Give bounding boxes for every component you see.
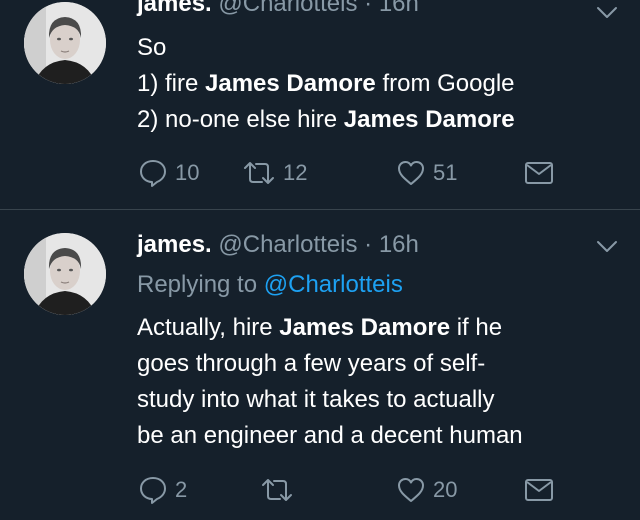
separator: · bbox=[364, 231, 373, 258]
text-run: if he bbox=[450, 314, 503, 341]
user-handle[interactable]: @Charlotteis bbox=[218, 0, 357, 17]
action-bar: 10 12 51 bbox=[137, 157, 617, 189]
reply-icon bbox=[140, 160, 166, 187]
replying-to-mention[interactable]: @Charlotteis bbox=[264, 271, 403, 298]
avatar[interactable] bbox=[24, 2, 106, 84]
text-run: 1) fire bbox=[137, 70, 206, 97]
text-run-bold: James Damore bbox=[343, 106, 515, 133]
reply-count: 2 bbox=[175, 477, 188, 502]
tweet-text: Actually, hire James Damore if he goes t… bbox=[137, 310, 523, 454]
like-icon bbox=[398, 478, 424, 502]
tweet-2[interactable]: james. @Charlotteis · 16h Replying to @C… bbox=[0, 210, 640, 520]
display-name[interactable]: james. bbox=[137, 0, 212, 17]
chevron-down-icon[interactable] bbox=[596, 240, 618, 254]
text-run: goes through a few years of self- bbox=[137, 350, 486, 377]
text-run: 2) no-one else hire bbox=[137, 106, 344, 133]
replying-to: Replying to @Charlotteis bbox=[137, 271, 403, 299]
text-run: be an engineer and a decent human bbox=[137, 422, 523, 449]
avatar[interactable] bbox=[24, 233, 106, 315]
like-button[interactable]: 20 bbox=[395, 474, 457, 506]
avatar-image bbox=[24, 233, 106, 315]
retweet-button[interactable]: 12 bbox=[241, 157, 307, 189]
timestamp[interactable]: 16h bbox=[379, 0, 419, 17]
message-button[interactable] bbox=[523, 157, 555, 189]
tweet-line: 2) no-one else hire James Damore bbox=[137, 102, 515, 138]
text-run: from Google bbox=[375, 70, 515, 97]
like-count: 51 bbox=[433, 160, 458, 185]
text-run: study into what it takes to actually bbox=[137, 386, 495, 413]
text-run-bold: James Damore bbox=[205, 70, 376, 97]
chevron-down-icon[interactable] bbox=[596, 6, 618, 20]
reply-count: 10 bbox=[175, 160, 200, 185]
message-button[interactable] bbox=[523, 474, 555, 506]
retweet-icon bbox=[244, 162, 274, 184]
replying-to-label: Replying to bbox=[137, 271, 258, 298]
tweet-line: goes through a few years of self- bbox=[137, 346, 523, 382]
message-icon bbox=[525, 479, 553, 501]
tweet-line: So bbox=[137, 30, 515, 66]
tweet-line: 1) fire James Damore from Google bbox=[137, 66, 515, 102]
text-run: So bbox=[137, 34, 167, 61]
tweet-line: be an engineer and a decent human bbox=[137, 418, 523, 454]
retweet-button[interactable] bbox=[259, 474, 301, 506]
action-bar: 2 20 bbox=[137, 474, 617, 506]
like-button[interactable]: 51 bbox=[395, 157, 457, 189]
tweet-text: So 1) fire James Damore from Google 2) n… bbox=[137, 30, 515, 138]
separator: · bbox=[364, 0, 373, 17]
reply-icon bbox=[140, 477, 166, 504]
like-icon bbox=[398, 161, 424, 185]
text-run-bold: James Damore bbox=[279, 314, 451, 341]
tweet-header: james. @Charlotteis · 16h bbox=[137, 231, 419, 259]
avatar-image bbox=[24, 2, 106, 84]
tweet-1[interactable]: james. @Charlotteis · 16h So 1) fire Jam… bbox=[0, 0, 640, 209]
tweet-line: study into what it takes to actually bbox=[137, 382, 523, 418]
message-icon bbox=[525, 162, 553, 184]
tweet-line: Actually, hire James Damore if he bbox=[137, 310, 523, 346]
reply-button[interactable]: 10 bbox=[137, 157, 199, 189]
text-run: Actually, hire bbox=[137, 314, 280, 341]
retweet-icon bbox=[262, 479, 292, 501]
reply-button[interactable]: 2 bbox=[137, 474, 187, 506]
like-count: 20 bbox=[433, 477, 458, 502]
user-handle[interactable]: @Charlotteis bbox=[218, 231, 357, 258]
display-name[interactable]: james. bbox=[137, 231, 212, 258]
timestamp[interactable]: 16h bbox=[379, 231, 419, 258]
tweet-header: james. @Charlotteis · 16h bbox=[137, 0, 419, 18]
retweet-count: 12 bbox=[283, 160, 308, 185]
